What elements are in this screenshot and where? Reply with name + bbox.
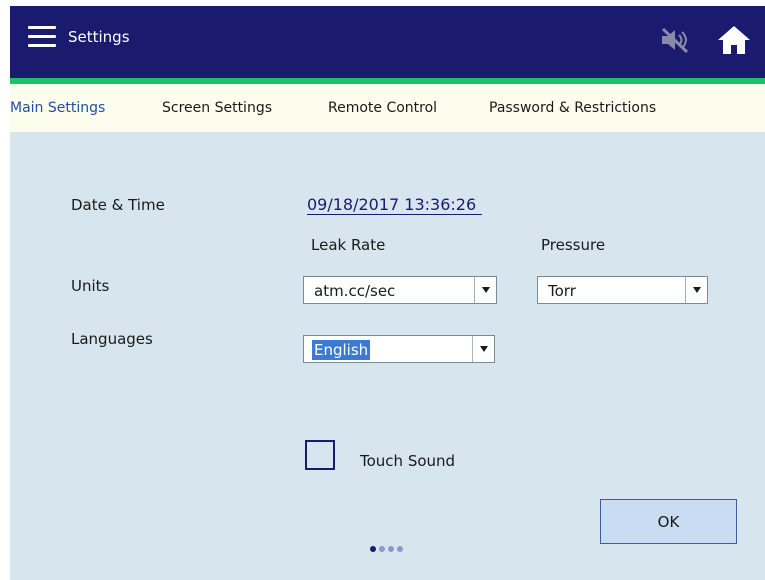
touch-sound-checkbox[interactable] bbox=[305, 440, 335, 470]
date-time-value[interactable]: 09/18/2017 13:36:26 bbox=[307, 195, 483, 215]
pressure-label: Pressure bbox=[541, 236, 606, 254]
tab-password-restrictions[interactable]: Password & Restrictions bbox=[489, 100, 656, 116]
languages-value: English bbox=[312, 340, 371, 360]
page-indicator bbox=[370, 546, 403, 552]
chevron-down-icon[interactable] bbox=[685, 277, 707, 303]
ok-button[interactable]: OK bbox=[600, 499, 737, 544]
leak-rate-value: atm.cc/sec bbox=[314, 282, 396, 300]
languages-select[interactable]: English bbox=[303, 335, 495, 363]
chevron-down-icon[interactable] bbox=[474, 277, 496, 303]
units-label: Units bbox=[71, 277, 110, 295]
tab-remote-control[interactable]: Remote Control bbox=[328, 100, 437, 116]
tab-main-settings[interactable]: Main Settings bbox=[10, 100, 105, 116]
touch-sound-label: Touch Sound bbox=[360, 452, 456, 470]
page-dot bbox=[397, 546, 403, 552]
home-icon[interactable] bbox=[716, 24, 752, 56]
hamburger-menu-icon[interactable] bbox=[28, 26, 56, 50]
chevron-down-icon[interactable] bbox=[472, 336, 494, 362]
leak-rate-select[interactable]: atm.cc/sec bbox=[303, 276, 497, 304]
leak-rate-label: Leak Rate bbox=[311, 236, 386, 254]
pressure-select[interactable]: Torr bbox=[537, 276, 708, 304]
languages-label: Languages bbox=[71, 330, 153, 348]
tab-screen-settings[interactable]: Screen Settings bbox=[162, 100, 272, 116]
page-title: Settings bbox=[68, 28, 130, 46]
page-dot bbox=[379, 546, 385, 552]
page-dot-active bbox=[370, 546, 376, 552]
pressure-value: Torr bbox=[548, 282, 576, 300]
page-dot bbox=[388, 546, 394, 552]
speaker-muted-icon[interactable] bbox=[659, 26, 693, 54]
date-time-label: Date & Time bbox=[71, 196, 165, 214]
